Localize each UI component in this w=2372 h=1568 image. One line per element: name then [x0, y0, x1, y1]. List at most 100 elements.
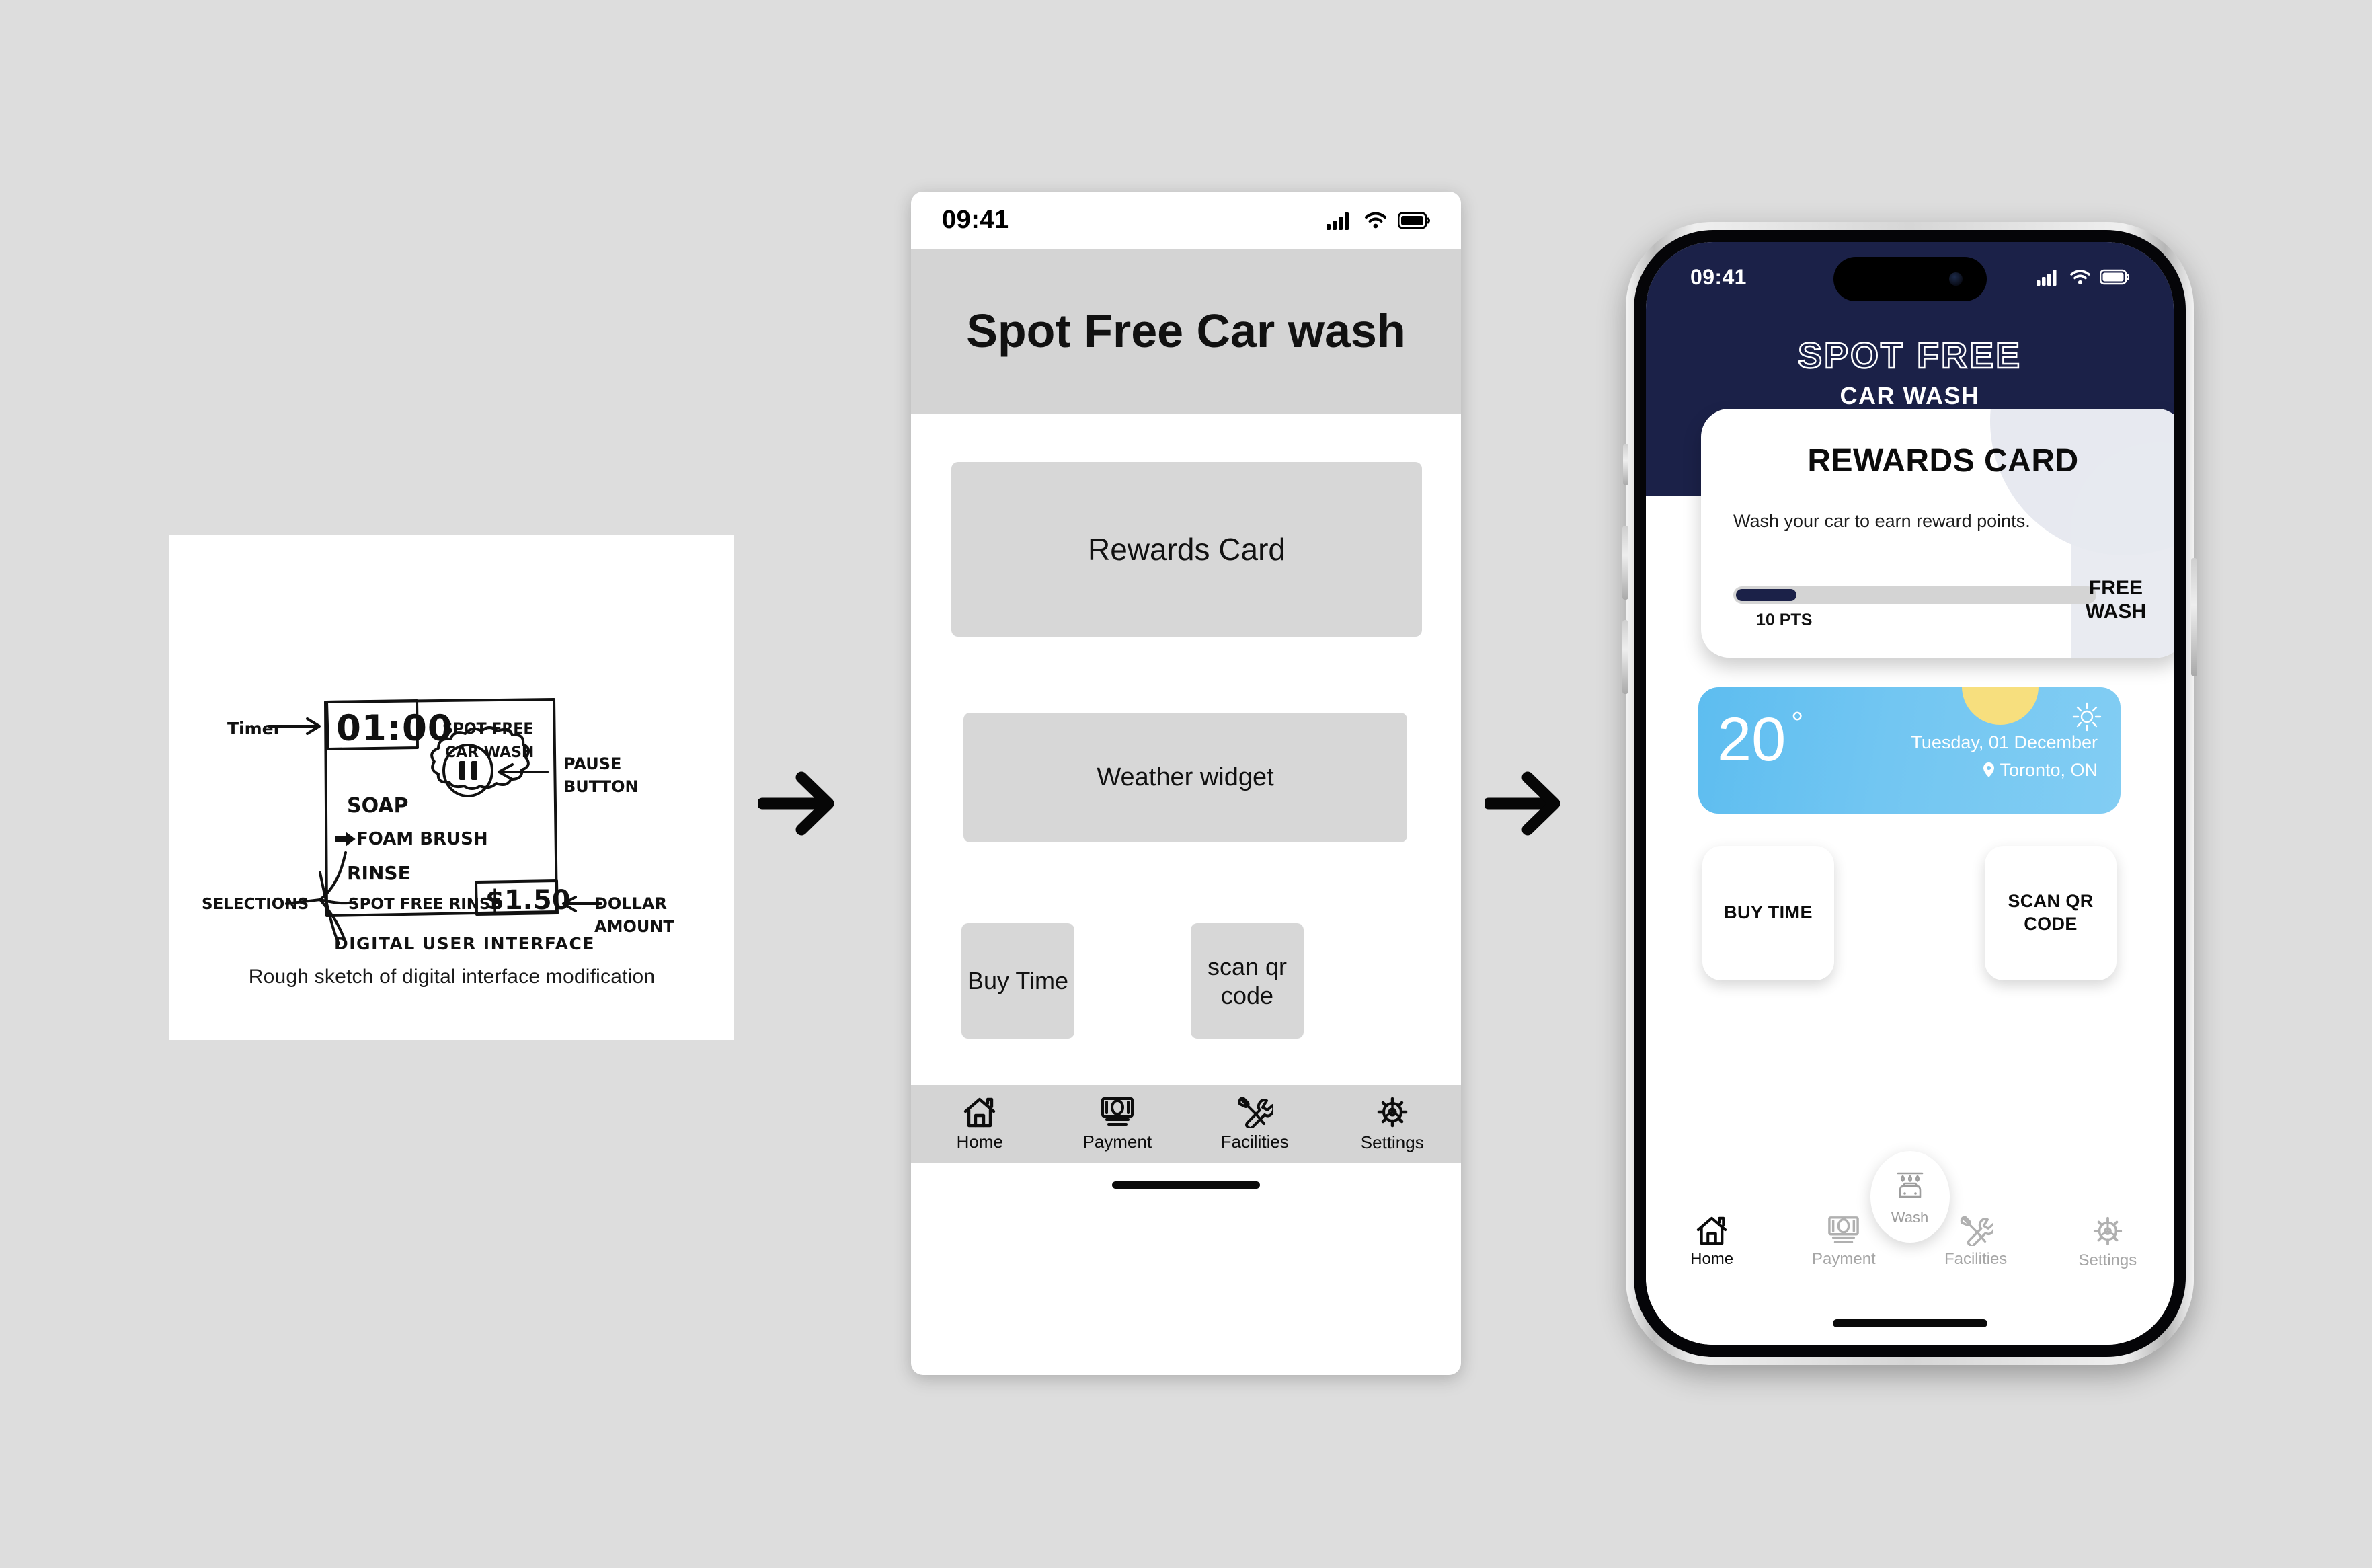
phone-screen: 09:41 SPOT FREE CAR WASH REWARDS CARD Wa… — [1646, 242, 2174, 1345]
volume-down-button[interactable] — [1622, 620, 1628, 694]
arrow-right-icon-2 — [1485, 767, 1565, 840]
wireframe-status-bar: 09:41 — [911, 192, 1461, 249]
wireframe-title-band: Spot Free Car wash — [911, 249, 1461, 414]
nav-item-facilities[interactable]: Facilities — [1204, 1096, 1305, 1152]
wireframe-weather-block[interactable]: Weather widget — [963, 713, 1407, 842]
arrow-right-icon-1 — [758, 767, 839, 840]
nav-label-payment: Payment — [1812, 1250, 1876, 1268]
weather-info: Tuesday, 01 December Toronto, ON — [1911, 729, 2098, 783]
status-time: 09:41 — [1690, 264, 1747, 289]
sketch-pause-label-2: BUTTON — [563, 777, 639, 796]
sketch-selection-1: FOAM BRUSH — [356, 829, 488, 849]
home-icon — [1696, 1216, 1727, 1245]
front-camera-icon — [1948, 272, 1963, 286]
brand-subtitle: CAR WASH — [1840, 382, 1980, 409]
sketch-selection-2: RINSE — [347, 862, 411, 884]
pause-icon — [459, 761, 477, 780]
wireframe-home-bar — [911, 1163, 1461, 1207]
nav-label-payment: Payment — [1082, 1131, 1152, 1152]
sketch-caption: Rough sketch of digital interface modifi… — [248, 966, 656, 988]
rewards-card-subtitle: Wash your car to earn reward points. — [1733, 511, 2030, 531]
sketch-selection-3: SPOT FREE RINSE — [348, 896, 501, 913]
wireframe-bottom-nav: Home Payment Facilities Settings — [911, 1085, 1461, 1163]
dynamic-island — [1833, 257, 1987, 301]
money-icon — [1828, 1216, 1860, 1243]
wash-fab-button[interactable]: Wash — [1870, 1151, 1950, 1243]
nav-label-facilities: Facilities — [1220, 1131, 1289, 1152]
gear-icon — [2093, 1216, 2122, 1246]
wireframe-scan-qr-button[interactable]: scan qr code — [1191, 923, 1304, 1039]
nav-label-settings: Settings — [1360, 1132, 1424, 1152]
silent-switch[interactable] — [1623, 444, 1628, 485]
sketch-brand-line2: CAR WASH — [445, 744, 534, 761]
wifi-icon — [1365, 212, 1386, 228]
sketch-dollar-label-2: AMOUNT — [594, 917, 674, 936]
home-indicator[interactable] — [1832, 1319, 1987, 1327]
nav-label-settings: Settings — [2078, 1251, 2137, 1269]
tools-icon — [1960, 1216, 1993, 1246]
status-icons — [2037, 269, 2129, 286]
sketch-timer-label: Timer — [227, 719, 282, 738]
signal-icon — [1327, 212, 1349, 230]
weather-widget[interactable]: 20 ° Tuesday, 01 December Toronto, ON — [1698, 687, 2121, 814]
car-wash-icon — [1897, 1172, 1923, 1198]
volume-up-button[interactable] — [1622, 526, 1628, 600]
brand-title: SPOT FREE — [1797, 335, 2022, 377]
sketch-footer-title: DIGITAL USER INTERFACE — [334, 934, 595, 953]
nav-label-home: Home — [956, 1131, 1003, 1152]
rewards-goal-line-2: WASH — [2086, 600, 2146, 623]
sketch-panel: Timer 01:00 SPOT FREE CAR WASH SELECTION… — [169, 535, 734, 1040]
weather-location: Toronto, ON — [2000, 759, 2098, 780]
sketch-drawing: Timer 01:00 SPOT FREE CAR WASH SELECTION… — [202, 698, 674, 953]
home-icon — [964, 1097, 996, 1127]
final-design-phone: 09:41 SPOT FREE CAR WASH REWARDS CARD Wa… — [1622, 222, 2197, 1365]
sketch-selections-label: SELECTIONS — [202, 896, 309, 913]
nav-item-payment[interactable]: Payment — [1067, 1096, 1168, 1152]
rewards-progress-track — [1733, 586, 2096, 604]
rewards-goal-line-1: FREE — [2088, 577, 2143, 599]
buy-time-button[interactable]: BUY TIME — [1702, 846, 1834, 980]
page-title: Spot Free Car wash — [966, 305, 1406, 358]
wireframe-rewards-block[interactable]: Rewards Card — [951, 462, 1422, 637]
wash-fab-label: Wash — [1891, 1209, 1929, 1226]
battery-icon — [2100, 269, 2129, 285]
power-button[interactable] — [2191, 558, 2197, 676]
sketch-brand-line1: SPOT FREE — [442, 721, 533, 738]
rewards-points-label: 10 PTS — [1756, 611, 1813, 629]
rewards-goal-label: FREE WASH — [2065, 577, 2166, 624]
money-icon — [1101, 1097, 1134, 1126]
tools-icon — [1238, 1096, 1273, 1128]
sketch-dollar-value: $1.50 — [485, 885, 571, 916]
pin-icon — [1983, 762, 1995, 777]
sun-decoration — [1962, 687, 2039, 725]
nav-label-home: Home — [1690, 1250, 1734, 1268]
scan-qr-code-button[interactable]: SCAN QR CODE — [1985, 846, 2117, 980]
signal-icon — [2037, 269, 2057, 286]
app-brand: SPOT FREE CAR WASH — [1646, 335, 2174, 410]
sketch-selection-0: SOAP — [347, 794, 409, 818]
home-indicator[interactable] — [1112, 1181, 1260, 1189]
nav-item-settings[interactable]: Settings — [1342, 1095, 1443, 1153]
sketch-timer-value: 01:00 — [336, 708, 453, 749]
status-icons — [1327, 211, 1430, 230]
weather-degree-symbol: ° — [1791, 705, 1804, 740]
wireframe-buy-time-button[interactable]: Buy Time — [961, 923, 1074, 1039]
wireframe-body: Rewards Card Weather widget Buy Time sca… — [911, 414, 1461, 1207]
weather-date: Tuesday, 01 December — [1911, 732, 2098, 752]
rewards-progress-fill — [1736, 589, 1797, 601]
sketch-dollar-label-1: DOLLAR — [594, 894, 667, 913]
weather-location-row: Toronto, ON — [1911, 756, 2098, 784]
wifi-icon — [2070, 270, 2090, 285]
rewards-card[interactable]: REWARDS CARD Wash your car to earn rewar… — [1701, 409, 2174, 658]
weather-temperature: 20 — [1717, 705, 1786, 774]
nav-item-settings[interactable]: Settings — [2057, 1215, 2158, 1270]
status-time: 09:41 — [942, 206, 1009, 234]
sketch-pause-label-1: PAUSE — [563, 754, 621, 773]
rewards-card-title: REWARDS CARD — [1807, 443, 2079, 479]
nav-item-home[interactable]: Home — [929, 1096, 1030, 1152]
nav-item-home[interactable]: Home — [1661, 1215, 1762, 1269]
wireframe-phone: 09:41 Spot Free Car wash Rewards Card We… — [911, 192, 1461, 1375]
comparison-canvas: Timer 01:00 SPOT FREE CAR WASH SELECTION… — [0, 0, 2372, 1568]
gear-icon — [1377, 1097, 1407, 1127]
nav-label-facilities: Facilities — [1944, 1250, 2008, 1268]
